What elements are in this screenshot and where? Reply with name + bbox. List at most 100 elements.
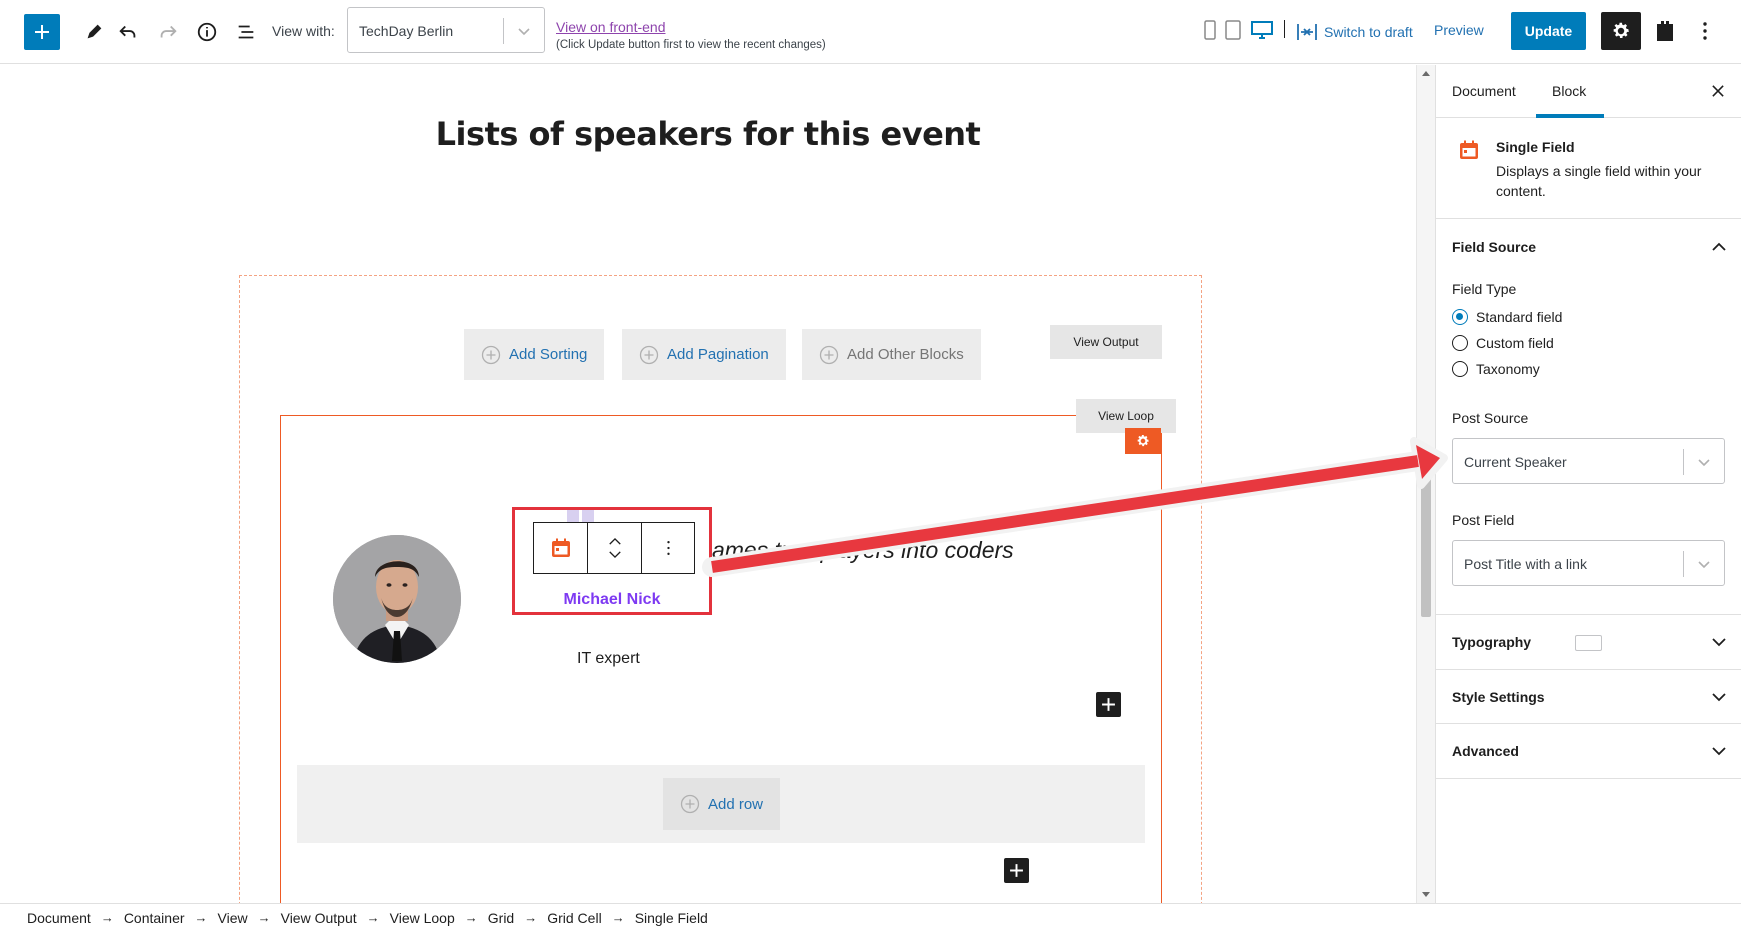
select-separator bbox=[503, 18, 504, 44]
calendar-field-icon bbox=[551, 538, 570, 557]
breadcrumb-arrow: → bbox=[257, 910, 271, 925]
style-settings-title: Style Settings bbox=[1452, 689, 1545, 705]
chevron-down-icon bbox=[1712, 693, 1726, 702]
plus-icon bbox=[35, 25, 49, 39]
speaker-role: IT expert bbox=[577, 650, 640, 667]
info-button[interactable] bbox=[189, 14, 225, 50]
block-card-title: Single Field bbox=[1496, 139, 1575, 155]
mobile-preview-button[interactable] bbox=[1200, 19, 1220, 41]
chevron-down-icon[interactable] bbox=[608, 550, 622, 559]
add-pagination-button[interactable]: Add Pagination bbox=[622, 329, 786, 380]
list-view-icon bbox=[238, 25, 254, 39]
radio-label: Custom field bbox=[1476, 335, 1554, 351]
active-tab-indicator bbox=[1536, 114, 1604, 118]
post-source-value: Current Speaker bbox=[1464, 454, 1567, 470]
more-options-button[interactable] bbox=[1690, 12, 1720, 50]
redo-button[interactable] bbox=[150, 14, 186, 50]
scroll-down-arrow[interactable] bbox=[1422, 892, 1430, 897]
undo-button[interactable] bbox=[110, 14, 146, 50]
radio-label: Standard field bbox=[1476, 309, 1563, 325]
view-on-frontend-link[interactable]: View on front-end bbox=[556, 19, 665, 35]
inserter-button[interactable] bbox=[1004, 858, 1029, 883]
block-more-options-button[interactable] bbox=[642, 523, 694, 573]
tab-block[interactable]: Block bbox=[1552, 83, 1586, 99]
scroll-thumb[interactable] bbox=[1421, 465, 1431, 617]
toolset-plugin-button[interactable] bbox=[1650, 12, 1680, 50]
speaker-name-field[interactable]: Michael Nick bbox=[512, 591, 712, 609]
breadcrumb-item[interactable]: Single Field bbox=[635, 910, 708, 926]
field-source-title: Field Source bbox=[1452, 239, 1537, 255]
more-vertical-icon bbox=[666, 541, 670, 555]
view-with-label: View with: bbox=[272, 23, 335, 39]
add-sorting-button[interactable]: Add Sorting bbox=[464, 329, 605, 380]
canvas-scrollbar[interactable] bbox=[1416, 65, 1435, 903]
radio-taxonomy[interactable]: Taxonomy bbox=[1452, 361, 1540, 377]
breadcrumb-item[interactable]: Grid Cell bbox=[547, 910, 601, 926]
block-type-button[interactable] bbox=[534, 523, 588, 573]
view-output-tab[interactable]: View Output bbox=[1050, 325, 1162, 359]
switch-to-draft-label: Switch to draft bbox=[1324, 24, 1413, 40]
tablet-icon bbox=[1225, 20, 1241, 40]
gear-icon bbox=[1613, 22, 1629, 38]
chevron-up-icon[interactable] bbox=[608, 537, 622, 546]
post-source-select[interactable]: Current Speaker bbox=[1452, 438, 1725, 484]
close-sidebar-button[interactable] bbox=[1706, 79, 1730, 103]
radio-button-checked[interactable] bbox=[1452, 309, 1468, 325]
radio-custom-field[interactable]: Custom field bbox=[1452, 335, 1554, 351]
select-separator bbox=[1683, 551, 1684, 577]
breadcrumb-item[interactable]: Document bbox=[27, 910, 91, 926]
breadcrumb-item[interactable]: Container bbox=[124, 910, 185, 926]
update-button[interactable]: Update bbox=[1511, 12, 1586, 50]
list-view-button[interactable] bbox=[228, 14, 264, 50]
editor-app: View with: TechDay Berlin View on front-… bbox=[0, 0, 1741, 931]
breadcrumb-item[interactable]: View Loop bbox=[390, 910, 455, 926]
page-title[interactable]: Lists of speakers for this event bbox=[0, 115, 1416, 153]
move-block-buttons[interactable] bbox=[588, 523, 642, 573]
switch-draft-icon bbox=[1297, 24, 1317, 40]
add-other-blocks-label: Add Other Blocks bbox=[847, 346, 964, 363]
top-toolbar: View with: TechDay Berlin View on front-… bbox=[0, 0, 1741, 64]
pencil-icon bbox=[87, 24, 102, 39]
post-field-select[interactable]: Post Title with a link bbox=[1452, 540, 1725, 586]
style-settings-panel-toggle[interactable]: Style Settings bbox=[1436, 670, 1741, 724]
undo-icon bbox=[119, 25, 136, 38]
field-source-panel-toggle[interactable]: Field Source bbox=[1436, 220, 1741, 274]
sidebar-tabs: Document Block bbox=[1436, 65, 1741, 118]
post-field-label: Post Field bbox=[1452, 512, 1515, 528]
desktop-preview-button[interactable] bbox=[1250, 19, 1274, 41]
advanced-title: Advanced bbox=[1452, 743, 1519, 759]
loop-settings-button[interactable] bbox=[1125, 428, 1161, 454]
breadcrumb-arrow: → bbox=[100, 910, 114, 925]
inserter-button[interactable] bbox=[1096, 692, 1121, 717]
breadcrumb-item[interactable]: Grid bbox=[488, 910, 514, 926]
add-row-button[interactable]: Add row bbox=[663, 778, 780, 830]
tools-button[interactable] bbox=[76, 14, 112, 50]
tablet-preview-button[interactable] bbox=[1223, 19, 1243, 41]
typography-preview-swatch bbox=[1575, 635, 1602, 651]
radio-standard-field[interactable]: Standard field bbox=[1452, 309, 1562, 325]
add-row-label: Add row bbox=[707, 795, 764, 813]
scroll-up-arrow[interactable] bbox=[1422, 71, 1430, 76]
breadcrumb-item[interactable]: View Output bbox=[281, 910, 357, 926]
view-with-select[interactable]: TechDay Berlin bbox=[347, 7, 545, 53]
frontend-note: (Click Update button first to view the r… bbox=[556, 39, 826, 51]
tab-document[interactable]: Document bbox=[1452, 83, 1516, 99]
breadcrumb-item[interactable]: View bbox=[218, 910, 248, 926]
breadcrumb-arrow: → bbox=[464, 910, 478, 925]
drag-handle-icon[interactable] bbox=[566, 510, 596, 522]
typography-panel-toggle[interactable]: Typography bbox=[1436, 615, 1741, 669]
settings-button[interactable] bbox=[1601, 12, 1641, 50]
add-other-blocks-button[interactable]: Add Other Blocks bbox=[802, 329, 981, 380]
close-icon bbox=[1712, 85, 1724, 97]
add-sorting-label: Add Sorting bbox=[509, 346, 588, 363]
add-circle-icon bbox=[680, 794, 700, 814]
preview-button[interactable]: Preview bbox=[1434, 22, 1484, 38]
radio-button[interactable] bbox=[1452, 361, 1468, 377]
breadcrumb-arrow: → bbox=[611, 910, 625, 925]
radio-button[interactable] bbox=[1452, 335, 1468, 351]
plus-icon bbox=[1010, 864, 1023, 877]
switch-to-draft-button[interactable]: Switch to draft bbox=[1296, 20, 1413, 44]
view-loop-container[interactable] bbox=[280, 415, 1162, 931]
advanced-panel-toggle[interactable]: Advanced bbox=[1436, 724, 1741, 778]
add-block-button[interactable] bbox=[24, 14, 60, 50]
